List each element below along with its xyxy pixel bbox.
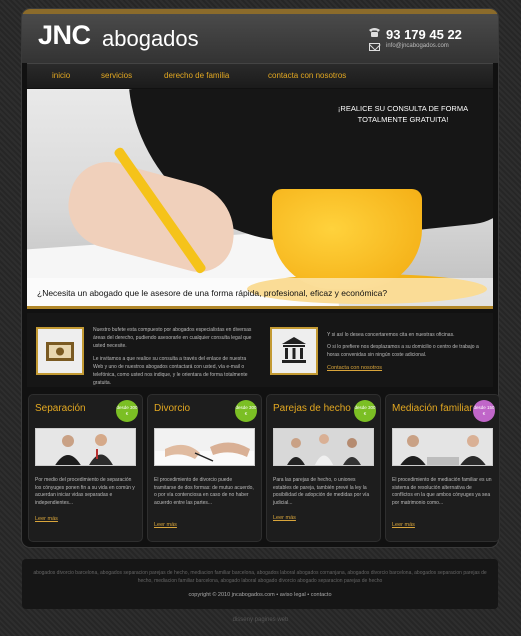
read-more-link[interactable]: Leer más bbox=[392, 522, 415, 528]
info-left-p2: Le invitamos a que realice su consulta a… bbox=[93, 356, 248, 386]
card-title[interactable]: Divorcio bbox=[154, 403, 190, 414]
card-image-mediation bbox=[392, 428, 493, 466]
nav-item-servicios[interactable]: servicios bbox=[101, 71, 132, 80]
footer: abogados divorcio barcelona, abogados se… bbox=[22, 559, 498, 609]
hero-question-bar: ¿Necesita un abogado que le asesore de u… bbox=[27, 278, 493, 306]
card-text: Por medio del procedimiento de separació… bbox=[35, 477, 135, 506]
header: JNC abogados 93 179 45 22 info@jncabogad… bbox=[22, 9, 498, 63]
info-section: Nuestro bufete esta compuesto por abogad… bbox=[27, 313, 493, 387]
card-text: Para las parejas de hecho, o uniones est… bbox=[273, 477, 370, 506]
info-left-p1: Nuestro bufete esta compuesto por abogad… bbox=[93, 327, 252, 349]
info-right-p1: Y si así lo desea concertaremos cita en … bbox=[327, 332, 455, 338]
logo-bold[interactable]: JNC bbox=[38, 20, 91, 51]
contact-link[interactable]: Contacta con nosotros bbox=[327, 365, 382, 371]
card-text: El procedimiento de divorcio puede trami… bbox=[154, 477, 254, 506]
read-more-link[interactable]: Leer más bbox=[273, 515, 296, 521]
card-image-couple bbox=[35, 428, 136, 466]
mail-icon bbox=[369, 43, 380, 51]
price-badge: desde 300 € bbox=[354, 400, 376, 422]
courthouse-icon bbox=[270, 327, 318, 375]
nav-item-derecho-familia[interactable]: derecho de familia bbox=[164, 71, 229, 80]
hero-promo: ¡REALICE SU CONSULTA DE FORMA TOTALMENTE… bbox=[323, 103, 483, 125]
price-badge: desde 300 € bbox=[235, 400, 257, 422]
footer-copyright[interactable]: copyright © 2010 jncabogados.com • aviso… bbox=[22, 592, 498, 598]
card-text: El procedimiento de mediación familiar e… bbox=[392, 477, 492, 506]
email-address[interactable]: info@jncabogados.com bbox=[386, 43, 449, 49]
info-right-p2: O si lo prefiere nos desplazamos a su do… bbox=[327, 344, 479, 358]
hero-banner: ¡REALICE SU CONSULTA DE FORMA TOTALMENTE… bbox=[27, 89, 493, 306]
card-title[interactable]: Mediación familiar bbox=[392, 403, 473, 414]
card-title[interactable]: Separación bbox=[35, 403, 86, 414]
gold-divider bbox=[27, 306, 493, 309]
card-image-signing bbox=[154, 428, 255, 466]
card-divorcio[interactable]: Divorcio desde 300 € El procedimiento de… bbox=[147, 394, 262, 542]
design-credit[interactable]: disseny pagines web bbox=[0, 617, 521, 623]
price-badge: desde 300 € bbox=[116, 400, 138, 422]
logo-text[interactable]: abogados bbox=[102, 26, 199, 52]
hero-promo-line2: TOTALMENTE GRATUITA! bbox=[357, 115, 449, 124]
nav-item-inicio[interactable]: inicio bbox=[52, 71, 70, 80]
phone-icon bbox=[369, 28, 380, 37]
footer-keywords: abogados divorcio barcelona, abogados se… bbox=[33, 570, 487, 584]
info-left-text: Nuestro bufete esta compuesto por abogad… bbox=[93, 326, 253, 387]
nav-item-contacta[interactable]: contacta con nosotros bbox=[268, 71, 346, 80]
card-separacion[interactable]: Separación desde 300 € Por medio del pro… bbox=[28, 394, 143, 542]
read-more-link[interactable]: Leer más bbox=[35, 516, 58, 522]
certificate-icon bbox=[36, 327, 84, 375]
card-image-meeting bbox=[273, 428, 374, 466]
price-badge: desde 150 € bbox=[473, 400, 495, 422]
phone-number: 93 179 45 22 bbox=[386, 27, 462, 42]
hero-question: ¿Necesita un abogado que le asesore de u… bbox=[37, 288, 388, 298]
card-mediacion-familiar[interactable]: Mediación familiar desde 150 € El proced… bbox=[385, 394, 500, 542]
info-right-text: Y si así lo desea concertaremos cita en … bbox=[327, 331, 487, 359]
main-nav: inicio servicios derecho de familia cont… bbox=[27, 63, 493, 88]
card-parejas-hecho[interactable]: Parejas de hecho desde 300 € Para las pa… bbox=[266, 394, 381, 542]
hero-promo-line1: ¡REALICE SU CONSULTA DE FORMA bbox=[337, 104, 469, 113]
card-title[interactable]: Parejas de hecho bbox=[273, 403, 351, 414]
hero-coffee-cup bbox=[272, 189, 422, 289]
read-more-link[interactable]: Leer más bbox=[154, 522, 177, 528]
